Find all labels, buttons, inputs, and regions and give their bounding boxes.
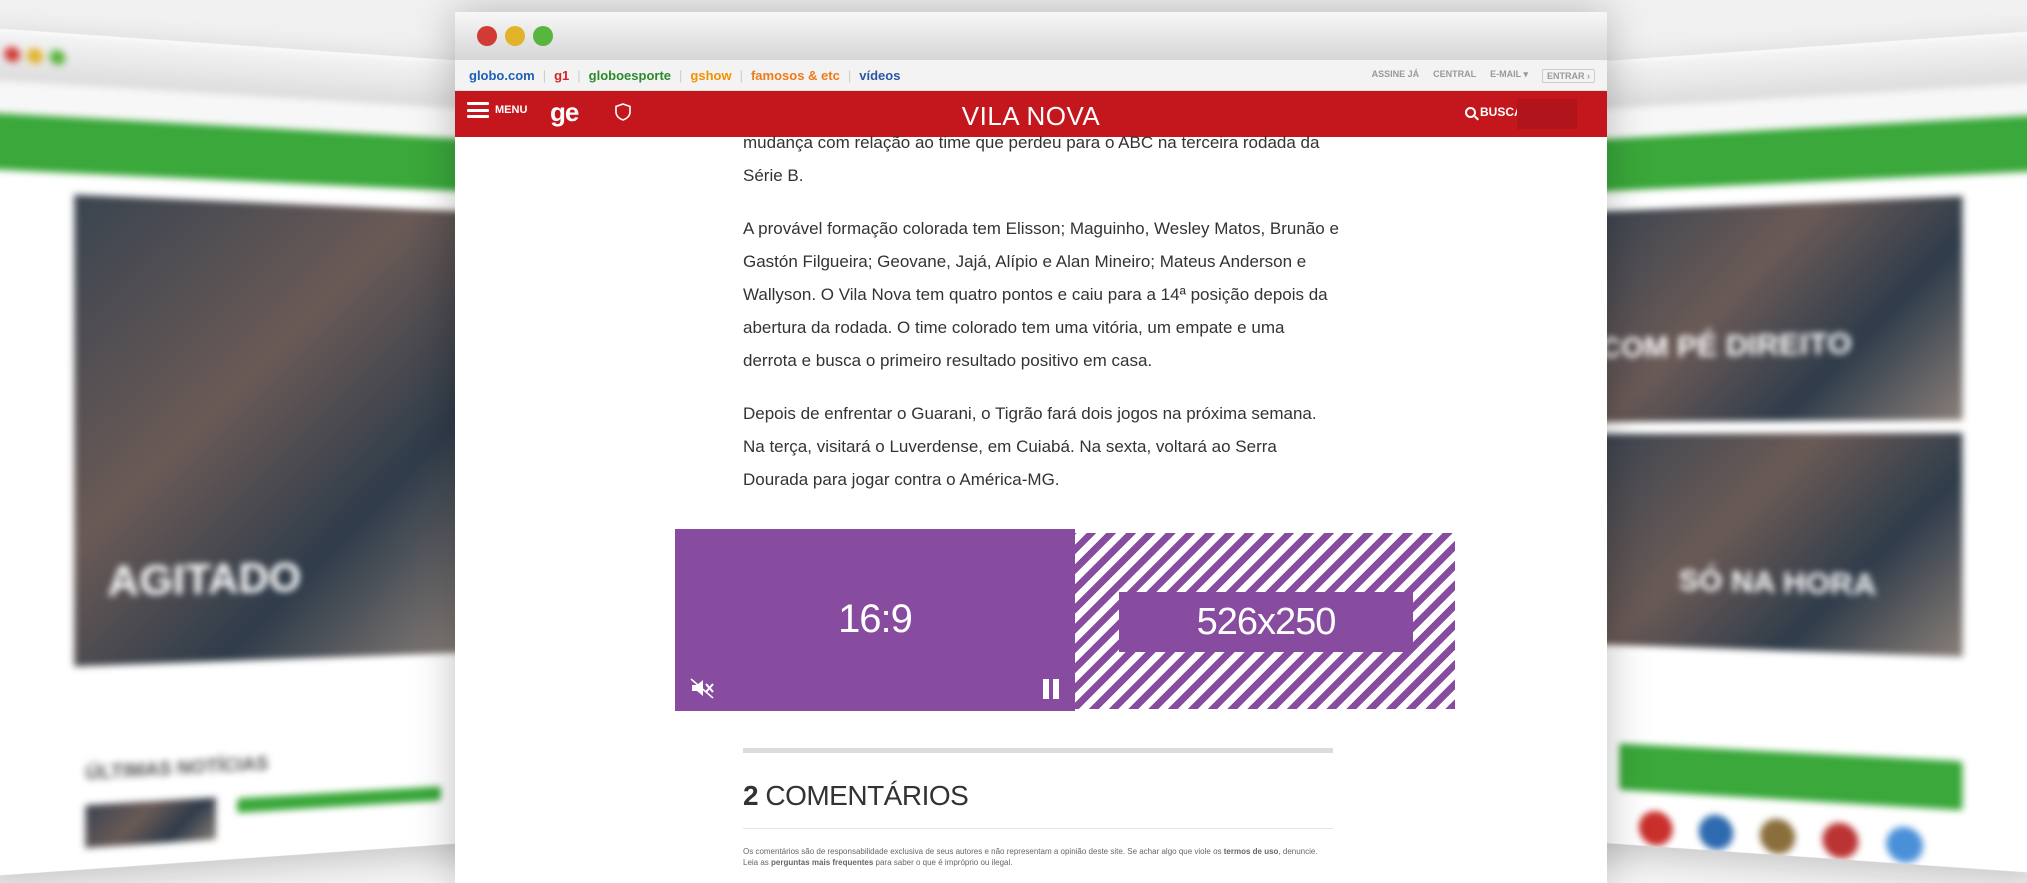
article-paragraph: Depois de enfrentar o Guarani, o Tigrão … bbox=[743, 397, 1343, 496]
link-central[interactable]: CENTRAL bbox=[1433, 69, 1476, 83]
link-g1[interactable]: g1 bbox=[554, 68, 569, 83]
link-email[interactable]: E-MAIL ▾ bbox=[1490, 69, 1528, 83]
link-assine[interactable]: ASSINE JÁ bbox=[1372, 69, 1420, 83]
team-logo-icon bbox=[1760, 818, 1795, 855]
right-photo-1 bbox=[1590, 196, 1962, 422]
window-chrome bbox=[455, 12, 1607, 60]
comments-label: COMENTÁRIOS bbox=[765, 780, 968, 811]
mute-icon[interactable] bbox=[689, 677, 715, 699]
link-globo-com[interactable]: globo.com bbox=[469, 68, 535, 83]
pause-icon[interactable] bbox=[1043, 679, 1059, 699]
left-news-thumb bbox=[85, 798, 215, 848]
maximize-dot-icon[interactable] bbox=[533, 26, 553, 46]
team-logo-icon bbox=[1699, 814, 1733, 851]
faq-link[interactable]: perguntas mais frequentes bbox=[771, 858, 873, 867]
team-logo-icon bbox=[1822, 822, 1858, 860]
comments-heading: 2 COMENTÁRIOS bbox=[743, 780, 968, 812]
article-paragraph: A provável formação colorada tem Elisson… bbox=[743, 212, 1343, 377]
link-gshow[interactable]: gshow bbox=[690, 68, 731, 83]
right-headline-2: SÓ NA HORA bbox=[1679, 564, 1876, 604]
comments-divider bbox=[743, 828, 1333, 829]
ad-size-label: 526x250 bbox=[1119, 592, 1413, 652]
team-logo-icon bbox=[1886, 826, 1923, 864]
link-globoesporte[interactable]: globoesporte bbox=[589, 68, 671, 83]
main-browser-window: globo.com | g1 | globoesporte | gshow | … bbox=[455, 12, 1607, 883]
ad-ratio-label: 16:9 bbox=[675, 597, 1075, 642]
right-headline-1: COM PÉ DIREITO bbox=[1600, 326, 1852, 365]
link-videos[interactable]: vídeos bbox=[859, 68, 900, 83]
minimize-dot-icon bbox=[27, 48, 43, 64]
disclaimer-text: para saber o que é impróprio ou ilegal. bbox=[876, 858, 1013, 867]
right-photo-2 bbox=[1590, 433, 1962, 657]
left-news-link bbox=[237, 786, 441, 813]
entrar-button[interactable]: ENTRAR › bbox=[1542, 69, 1595, 83]
disclaimer-text: Os comentários são de responsabilidade e… bbox=[743, 847, 1222, 856]
minimize-dot-icon[interactable] bbox=[505, 26, 525, 46]
right-green-box bbox=[1619, 744, 1962, 811]
maximize-dot-icon bbox=[50, 49, 66, 65]
article-body: mudança com relação ao time que perdeu p… bbox=[743, 136, 1343, 516]
close-dot-icon[interactable] bbox=[477, 26, 497, 46]
article-paragraph: mudança com relação ao time que perdeu p… bbox=[743, 126, 1343, 192]
team-logo-icon bbox=[1639, 810, 1673, 847]
section-divider bbox=[743, 748, 1333, 753]
left-section-label: ÚLTIMAS NOTÍCIAS bbox=[85, 753, 268, 785]
link-famosos[interactable]: famosos & etc bbox=[751, 68, 840, 83]
left-hero-headline: AGITADO bbox=[108, 555, 302, 606]
globo-top-bar: globo.com | g1 | globoesporte | gshow | … bbox=[455, 60, 1607, 91]
header-right-block bbox=[1517, 99, 1577, 129]
ad-video-player[interactable]: 16:9 bbox=[675, 529, 1075, 711]
comments-disclaimer: Os comentários são de responsabilidade e… bbox=[743, 846, 1333, 868]
search-icon bbox=[1465, 107, 1476, 118]
left-browser-window: AGITADO ÚLTIMAS NOTÍCIAS bbox=[0, 28, 480, 877]
terms-link[interactable]: termos de uso bbox=[1224, 847, 1279, 856]
right-browser-window: COM PÉ DIREITO SÓ NA HORA bbox=[1590, 31, 2027, 874]
comments-count: 2 bbox=[743, 780, 758, 811]
close-dot-icon bbox=[4, 46, 20, 62]
